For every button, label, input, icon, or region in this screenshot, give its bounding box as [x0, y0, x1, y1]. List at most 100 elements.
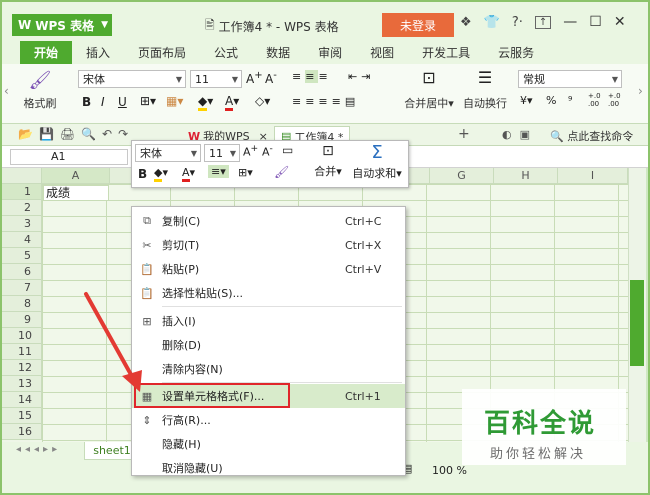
menu-item-clear-contents[interactable]: 清除内容(N): [132, 357, 405, 381]
comma-button[interactable]: ⁹: [568, 94, 572, 107]
row-header[interactable]: 9: [2, 312, 42, 328]
document-icon: 🖹: [205, 18, 215, 32]
mini-autosum-button[interactable]: Σ 自动求和▾: [348, 142, 406, 181]
app-menu-button[interactable]: W WPS 表格 ▼: [12, 14, 112, 36]
font-color-button[interactable]: A▾: [225, 94, 239, 111]
wrap-text-button[interactable]: ☰ 自动换行: [460, 68, 510, 111]
mini-font-name-select[interactable]: 宋体 ▼: [135, 144, 201, 162]
menu-item-row-height[interactable]: ⇕ 行高(R)...: [132, 408, 405, 432]
mini-borders-icon[interactable]: ⊞▾: [238, 166, 253, 179]
shrink-font-button[interactable]: A-: [265, 70, 277, 86]
indent-group[interactable]: ⇤⇥: [348, 70, 374, 83]
row-header[interactable]: 1: [2, 184, 42, 200]
quick-access-icons[interactable]: 📂💾🖨🔍↶↷: [18, 127, 134, 141]
menu-item-delete[interactable]: 删除(D): [132, 333, 405, 357]
horizontal-align-group[interactable]: ≡≡≡≡▤: [292, 95, 359, 108]
row-header[interactable]: 7: [2, 280, 42, 296]
select-all-corner[interactable]: [2, 168, 42, 184]
cell-a1[interactable]: 成绩: [43, 185, 109, 201]
tab-page-layout[interactable]: 页面布局: [124, 41, 200, 64]
shrink-font-button[interactable]: A-: [262, 143, 273, 159]
window-title: 🖹 工作簿4 * - WPS 表格: [205, 16, 339, 37]
grow-font-button[interactable]: A+: [246, 70, 263, 86]
row-header[interactable]: 5: [2, 248, 42, 264]
number-format-select[interactable]: 常规 ▼: [518, 70, 622, 88]
vertical-align-group[interactable]: ≡≡≡: [292, 70, 332, 83]
mini-font-color-icon[interactable]: A▾: [182, 166, 195, 182]
side-panel-toggle[interactable]: [630, 280, 644, 366]
format-painter-button[interactable]: 🖌 格式刷: [16, 70, 64, 111]
row-header[interactable]: 16: [2, 424, 42, 440]
mini-align-icon[interactable]: ≡▾: [208, 165, 229, 178]
menu-item-insert[interactable]: ⊞ 插入(I): [132, 309, 405, 333]
shirt-icon[interactable]: 👕: [484, 15, 500, 30]
tab-cloud[interactable]: 云服务: [484, 41, 548, 64]
close-button[interactable]: ✕: [614, 14, 626, 30]
tab-start[interactable]: 开始: [20, 41, 73, 64]
mini-font-size-select[interactable]: 11 ▼: [204, 144, 240, 162]
fill-color-icon[interactable]: ◆▾: [198, 94, 213, 111]
percent-button[interactable]: %: [546, 94, 556, 107]
row-header[interactable]: 3: [2, 216, 42, 232]
tab-data[interactable]: 数据: [252, 41, 304, 64]
row-header[interactable]: 4: [2, 232, 42, 248]
name-box[interactable]: A1: [10, 149, 128, 165]
column-header[interactable]: I: [558, 168, 628, 184]
menu-item-paste[interactable]: 📋 粘贴(P) Ctrl+V: [132, 257, 405, 281]
login-button[interactable]: 未登录: [382, 13, 454, 37]
skin-icon[interactable]: ❖: [460, 15, 472, 30]
menu-item-unhide[interactable]: 取消隐藏(U): [132, 456, 405, 480]
font-size-select[interactable]: 11 ▼: [190, 70, 242, 88]
row-header[interactable]: 10: [2, 328, 42, 344]
menu-item-copy[interactable]: ⧉ 复制(C) Ctrl+C: [132, 209, 405, 233]
command-search[interactable]: 🔍 点此查找命令: [550, 128, 633, 144]
mini-brush-icon[interactable]: 🖌: [274, 165, 289, 179]
row-header[interactable]: 11: [2, 344, 42, 360]
tab-developer[interactable]: 开发工具: [408, 41, 484, 64]
help-icon[interactable]: ?·: [512, 15, 523, 30]
merge-center-button[interactable]: ⊡ 合并居中▾: [400, 68, 458, 111]
mini-fill-color-icon[interactable]: ◆▾: [154, 166, 168, 182]
mini-format-icon[interactable]: ▭: [282, 143, 293, 157]
tab-insert[interactable]: 插入: [72, 41, 124, 64]
currency-icon[interactable]: ¥▾: [520, 94, 533, 107]
menu-item-paste-special[interactable]: 📋 选择性粘贴(S)...: [132, 281, 405, 305]
row-header[interactable]: 12: [2, 360, 42, 376]
minimize-button[interactable]: —: [563, 14, 577, 30]
mini-merge-button[interactable]: ⊡ 合并▾: [308, 143, 348, 179]
ribbon-scroll-left-icon[interactable]: ‹: [4, 84, 9, 98]
tab-view[interactable]: 视图: [356, 41, 408, 64]
sheet-nav-arrows[interactable]: ◂◂◂▸▸: [16, 444, 61, 455]
fill-pattern-icon[interactable]: ▦▾: [166, 94, 183, 108]
annotation-arrow-icon: [84, 292, 142, 392]
bold-button[interactable]: B: [82, 95, 91, 109]
new-tab-button[interactable]: +: [458, 126, 470, 142]
mini-toolbar: 宋体 ▼ 11 ▼ A+ A- ▭ B ◆▾ A▾ ≡▾ ⊞▾ 🖌 ⊡ 合并▾ Σ …: [131, 140, 409, 188]
menu-item-cut[interactable]: ✂ 剪切(T) Ctrl+X: [132, 233, 405, 257]
row-header[interactable]: 15: [2, 408, 42, 424]
row-header[interactable]: 6: [2, 264, 42, 280]
underline-button[interactable]: U: [118, 95, 127, 109]
column-header[interactable]: A: [42, 168, 110, 184]
row-header[interactable]: 13: [2, 376, 42, 392]
borders-icon[interactable]: ⊞▾: [140, 94, 156, 108]
ribbon-scroll-right-icon[interactable]: ›: [638, 84, 643, 98]
italic-button[interactable]: I: [101, 95, 105, 109]
tab-formulas[interactable]: 公式: [200, 41, 252, 64]
clear-format-icon[interactable]: ◇▾: [255, 94, 270, 108]
window-restore-icon[interactable]: ↑: [534, 15, 552, 29]
column-header[interactable]: H: [494, 168, 558, 184]
grow-font-button[interactable]: A+: [243, 143, 258, 159]
tab-review[interactable]: 审阅: [304, 41, 356, 64]
font-name-select[interactable]: 宋体 ▼: [78, 70, 186, 88]
decrease-decimal-button[interactable]: +.0 .00: [608, 92, 622, 108]
increase-decimal-button[interactable]: +.0 .00: [588, 92, 602, 108]
row-header[interactable]: 8: [2, 296, 42, 312]
column-header[interactable]: G: [430, 168, 494, 184]
row-header[interactable]: 2: [2, 200, 42, 216]
mini-bold-button[interactable]: B: [138, 167, 147, 181]
tab-tools-icons[interactable]: ◐▣: [502, 128, 538, 141]
row-header[interactable]: 14: [2, 392, 42, 408]
menu-item-hide[interactable]: 隐藏(H): [132, 432, 405, 456]
maximize-button[interactable]: ☐: [589, 14, 602, 30]
